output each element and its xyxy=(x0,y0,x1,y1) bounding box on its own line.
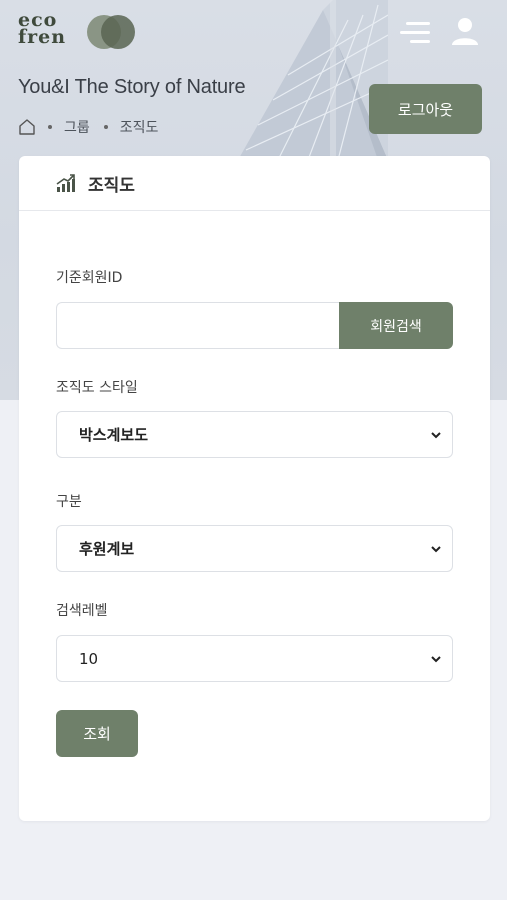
chevron-down-icon xyxy=(431,545,441,552)
site-title: You&I The Story of Nature xyxy=(18,76,246,98)
breadcrumb-separator xyxy=(103,125,108,129)
card-header: 조직도 xyxy=(19,156,490,211)
logo-line2: fren xyxy=(18,26,67,48)
menu-lines-icon[interactable] xyxy=(398,20,432,46)
type-select-value: 후원계보 xyxy=(79,540,135,558)
member-search-button[interactable]: 회원검색 xyxy=(339,302,453,349)
member-id-label: 기준회원ID xyxy=(56,270,123,286)
home-icon[interactable] xyxy=(18,118,36,136)
chevron-down-icon xyxy=(431,431,441,438)
type-label: 구분 xyxy=(56,494,82,510)
style-select-value: 박스계보도 xyxy=(79,426,149,444)
card-title: 조직도 xyxy=(88,175,135,196)
breadcrumb: 그룹 조직도 xyxy=(18,117,158,137)
org-chart-card: 조직도 기준회원ID 회원검색 조직도 스타일 박스계보도 구분 후원계보 검색… xyxy=(19,156,490,821)
style-label: 조직도 스타일 xyxy=(56,380,138,396)
building-image xyxy=(238,0,388,160)
user-icon[interactable] xyxy=(450,16,480,46)
member-id-input[interactable] xyxy=(56,302,339,349)
chevron-down-icon xyxy=(431,655,441,662)
ecofren-logo[interactable]: eco fren xyxy=(18,11,138,52)
type-select[interactable]: 후원계보 xyxy=(56,525,453,572)
logo-circles-icon xyxy=(87,15,135,49)
chart-growth-icon xyxy=(56,174,75,192)
member-id-group: 회원검색 xyxy=(56,302,453,349)
level-select[interactable]: 10 xyxy=(56,635,453,682)
breadcrumb-item-org-chart: 조직도 xyxy=(119,120,159,136)
level-select-value: 10 xyxy=(79,649,99,668)
level-label: 검색레벨 xyxy=(56,603,108,619)
breadcrumb-item-group[interactable]: 그룹 xyxy=(64,117,90,137)
logout-button[interactable]: 로그아웃 xyxy=(369,84,482,134)
style-select[interactable]: 박스계보도 xyxy=(56,411,453,458)
logo-text: eco fren xyxy=(18,11,67,48)
query-button[interactable]: 조회 xyxy=(56,710,138,757)
breadcrumb-separator xyxy=(48,125,52,129)
